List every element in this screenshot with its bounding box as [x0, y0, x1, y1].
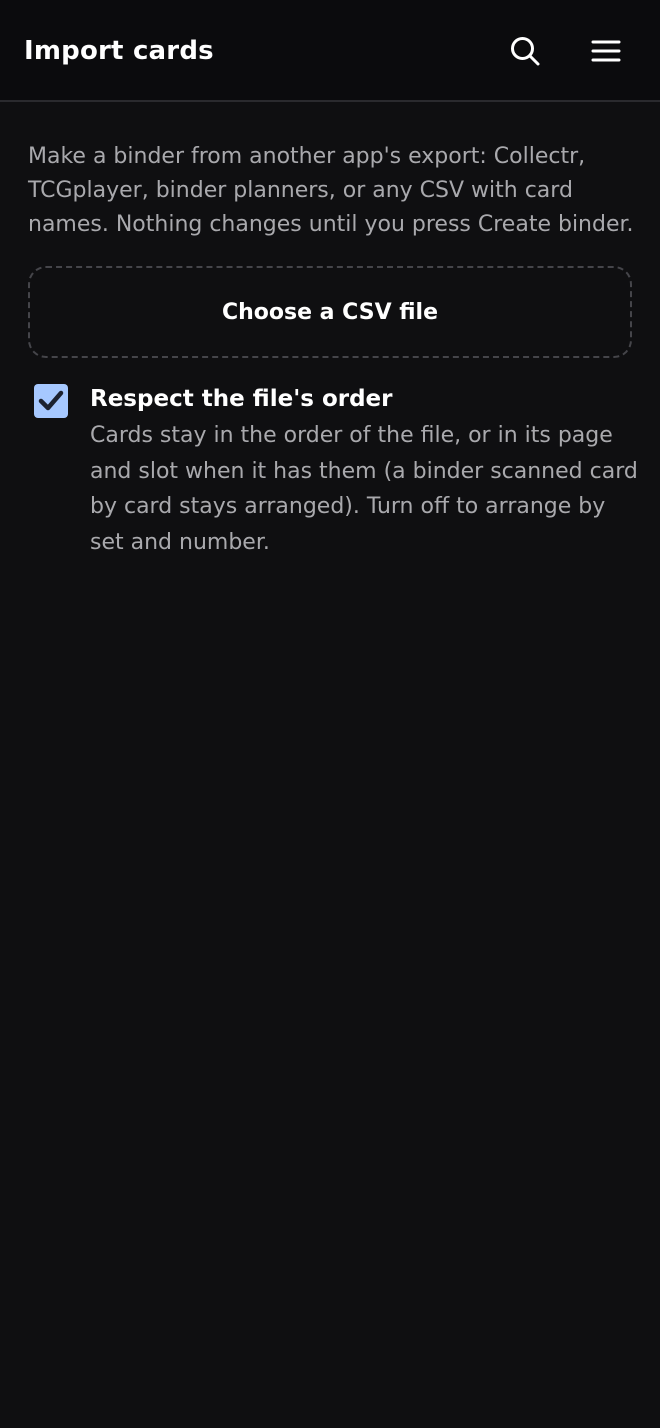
- respect-order-title: Respect the file's order: [90, 386, 393, 412]
- menu-button[interactable]: [581, 26, 631, 76]
- respect-order-checkbox[interactable]: [34, 384, 68, 418]
- respect-order-description: Cards stay in the order of the file, or …: [90, 423, 638, 555]
- intro-text: Make a binder from another app's export:…: [28, 144, 634, 237]
- app-bar: Import cards: [0, 0, 660, 102]
- hamburger-menu-icon: [591, 40, 621, 62]
- choose-csv-button[interactable]: Choose a CSV file: [28, 266, 632, 358]
- search-icon: [511, 37, 540, 66]
- search-button[interactable]: [500, 26, 550, 76]
- checkmark-icon: [38, 390, 64, 411]
- choose-csv-label: Choose a CSV file: [221, 299, 439, 325]
- page-title: Import cards: [24, 36, 214, 66]
